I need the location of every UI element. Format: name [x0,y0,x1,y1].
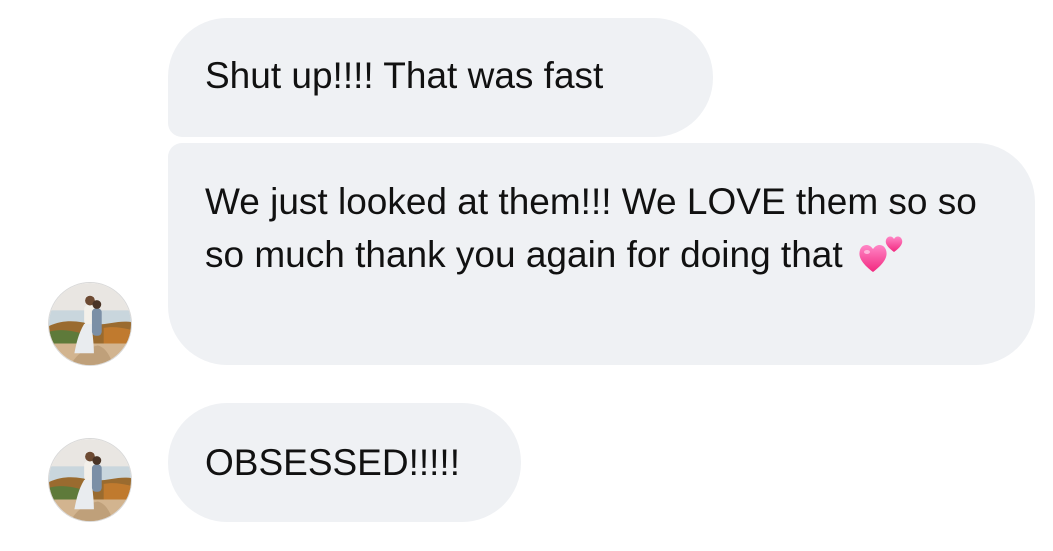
message-bubble[interactable]: OBSESSED!!!!! [168,403,521,522]
message-bubble[interactable]: Shut up!!!! That was fast [168,18,713,137]
chat-thread: Shut up!!!! That was fast We just looked… [0,0,1053,551]
two-hearts-icon [857,232,907,276]
avatar-photo [49,439,131,521]
avatar[interactable] [48,282,132,366]
message-bubble[interactable]: We just looked at them!!! We LOVE them s… [168,143,1035,365]
avatar[interactable] [48,438,132,522]
avatar-photo [49,283,131,365]
message-text: OBSESSED!!!!! [205,442,460,483]
message-text: Shut up!!!! That was fast [205,55,604,96]
